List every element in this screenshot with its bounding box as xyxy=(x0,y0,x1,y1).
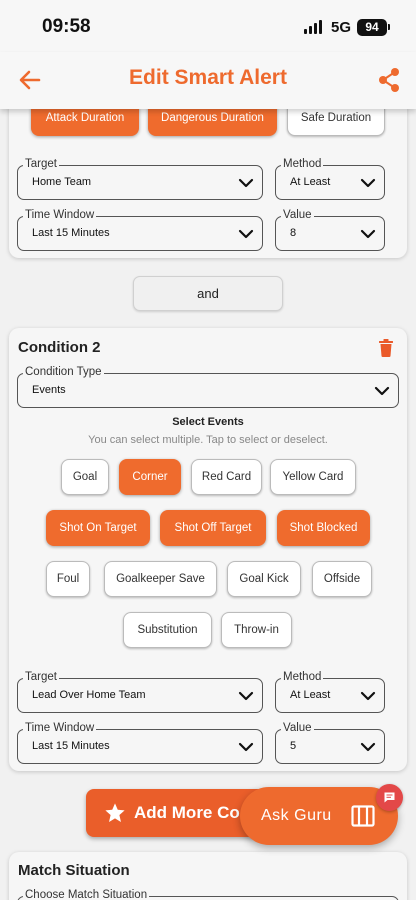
select-events-hint: You can select multiple. Tap to select o… xyxy=(88,434,328,446)
event-chip-shot-on-target[interactable]: Shot On Target xyxy=(46,510,150,546)
event-chip-substitution[interactable]: Substitution xyxy=(123,612,212,648)
time-window-label: Time Window xyxy=(23,721,97,735)
event-chip-shot-blocked[interactable]: Shot Blocked xyxy=(277,510,370,546)
time-window-label: Time Window xyxy=(23,208,97,222)
target-label: Target xyxy=(23,157,59,171)
match-situation-select[interactable]: Choose Match Situation xyxy=(17,888,399,900)
condition-1-card: Attack Duration Dangerous Duration Safe … xyxy=(9,90,407,258)
condition-title: Condition 2 xyxy=(18,339,101,356)
network-label: 5G xyxy=(331,19,352,36)
target-value: Home Team xyxy=(32,176,92,188)
chevron-down-icon xyxy=(238,691,254,701)
method-select[interactable]: Method At Least xyxy=(275,157,385,200)
condition-2-card: Condition 2 Condition Type Events Select… xyxy=(9,328,407,771)
event-chip-shot-off-target[interactable]: Shot Off Target xyxy=(160,510,266,546)
value-value: 5 xyxy=(290,740,297,752)
ask-guru-label: Ask Guru xyxy=(261,807,332,824)
event-chip-corner[interactable]: Corner xyxy=(119,459,181,495)
chevron-down-icon xyxy=(360,691,376,701)
value-label: Value xyxy=(281,208,314,222)
value-value: 8 xyxy=(290,227,297,239)
chevron-down-icon xyxy=(238,178,254,188)
and-connector-button[interactable]: and xyxy=(133,276,283,311)
battery-indicator: 94 xyxy=(357,19,387,36)
event-chip-offside[interactable]: Offside xyxy=(312,561,372,597)
event-chip-yellow-card[interactable]: Yellow Card xyxy=(270,459,356,495)
time-window-value: Last 15 Minutes xyxy=(32,740,110,752)
time-window-value: Last 15 Minutes xyxy=(32,227,110,239)
page-title: Edit Smart Alert xyxy=(129,66,287,89)
condition-type-label: Condition Type xyxy=(23,365,104,379)
condition-type-value: Events xyxy=(32,384,66,396)
time-window-select[interactable]: Time Window Last 15 Minutes xyxy=(17,721,263,764)
event-chip-foul[interactable]: Foul xyxy=(46,561,90,597)
event-chip-goal-kick[interactable]: Goal Kick xyxy=(227,561,301,597)
ask-guru-button[interactable]: Ask Guru xyxy=(240,787,398,845)
event-chip-red-card[interactable]: Red Card xyxy=(191,459,262,495)
event-chip-throw-in[interactable]: Throw-in xyxy=(221,612,292,648)
target-label: Target xyxy=(23,670,59,684)
event-chip-goalkeeper-save[interactable]: Goalkeeper Save xyxy=(104,561,217,597)
target-select[interactable]: Target Home Team xyxy=(17,157,263,200)
battery-tip xyxy=(388,24,390,30)
chevron-down-icon xyxy=(360,229,376,239)
trash-icon[interactable] xyxy=(378,339,394,357)
value-select[interactable]: Value 8 xyxy=(275,208,385,251)
share-icon[interactable] xyxy=(376,66,402,94)
signal-icon xyxy=(304,20,324,34)
match-situation-card: Match Situation Choose Match Situation xyxy=(9,852,407,900)
value-select[interactable]: Value 5 xyxy=(275,721,385,764)
chat-icon xyxy=(384,792,395,803)
method-label: Method xyxy=(281,157,324,171)
chevron-down-icon xyxy=(238,742,254,752)
chevron-down-icon xyxy=(238,229,254,239)
star-icon xyxy=(105,803,125,822)
event-chip-goal[interactable]: Goal xyxy=(61,459,109,495)
sidebar-panel-icon xyxy=(351,805,375,827)
condition-type-select[interactable]: Condition Type Events xyxy=(17,365,399,408)
target-value: Lead Over Home Team xyxy=(32,689,146,701)
match-situation-title: Match Situation xyxy=(18,862,130,879)
method-select[interactable]: Method At Least xyxy=(275,670,385,713)
chevron-down-icon xyxy=(360,178,376,188)
status-time: 09:58 xyxy=(42,16,91,37)
time-window-select[interactable]: Time Window Last 15 Minutes xyxy=(17,208,263,251)
chat-badge[interactable] xyxy=(376,784,403,811)
method-value: At Least xyxy=(290,689,331,701)
select-events-title: Select Events xyxy=(172,416,244,428)
value-label: Value xyxy=(281,721,314,735)
chevron-down-icon xyxy=(374,386,390,396)
status-bar: 09:58 5G 94 xyxy=(0,0,416,52)
chevron-down-icon xyxy=(360,742,376,752)
method-value: At Least xyxy=(290,176,331,188)
app-header: Edit Smart Alert xyxy=(0,52,416,109)
add-more-label: Add More Co xyxy=(134,803,240,822)
method-label: Method xyxy=(281,670,324,684)
match-situation-label: Choose Match Situation xyxy=(23,888,150,900)
target-select[interactable]: Target Lead Over Home Team xyxy=(17,670,263,713)
